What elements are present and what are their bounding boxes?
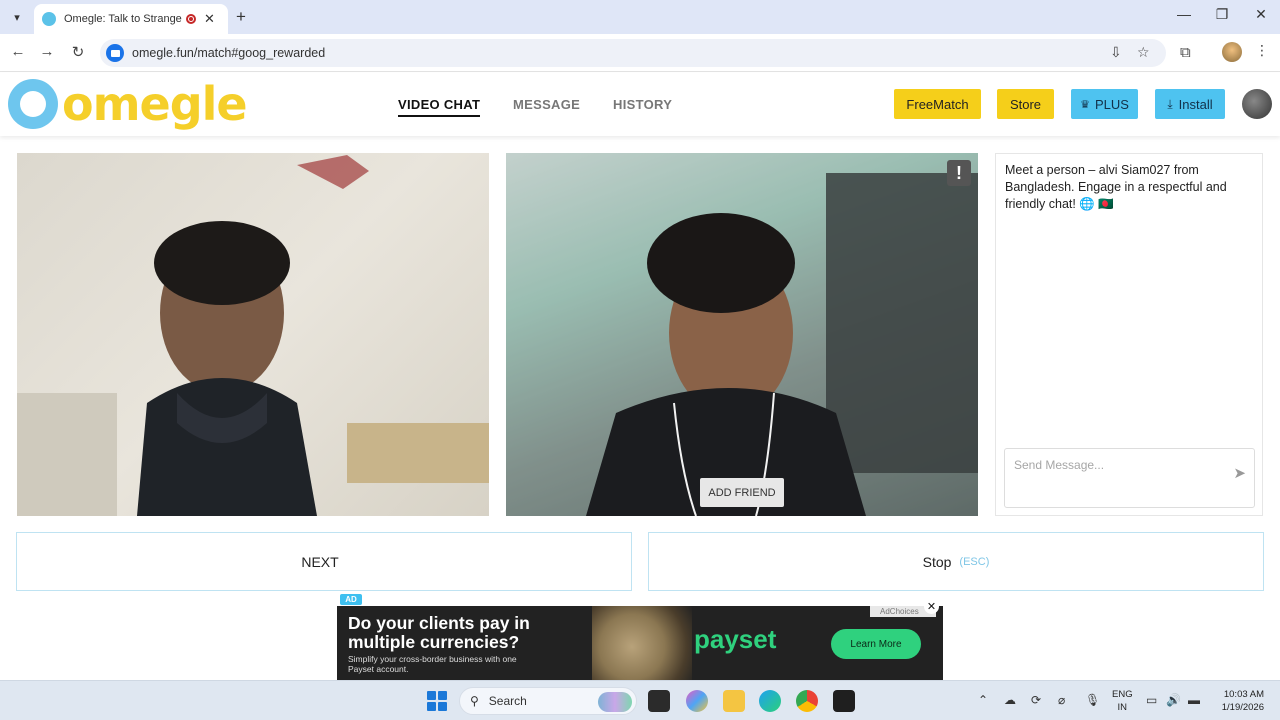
tab-title: Omegle: Talk to Strangers w (64, 13, 182, 25)
stop-hint: (ESC) (959, 555, 990, 568)
install-button[interactable]: ⤓ Install (1155, 89, 1225, 119)
battery-icon[interactable]: ▬ (1188, 693, 1200, 707)
copilot-icon[interactable] (686, 690, 708, 712)
chat-intro-message: Meet a person – alvi Siam027 from Bangla… (1005, 163, 1227, 211)
browser-tab[interactable]: Omegle: Talk to Strangers w ✕ (34, 4, 228, 34)
omegle-logo-mark-icon (8, 79, 58, 129)
plus-label: PLUS (1094, 96, 1129, 112)
ad-headline: Do your clients pay in multiple currenci… (348, 613, 530, 652)
next-label: NEXT (301, 553, 339, 570)
clock-time: 10:03 AM (1223, 689, 1264, 700)
forward-button[interactable]: → (37, 43, 57, 60)
taskbar-clock[interactable]: 10:03 AM 1/19/2026 (1214, 688, 1264, 714)
tray-overflow-chevron-icon[interactable]: ⌃ (978, 693, 988, 707)
window-close-button[interactable]: ✕ (1249, 6, 1273, 23)
local-video (17, 153, 489, 516)
search-highlight-icon (598, 692, 632, 712)
browser-tab-bar: ▾ Omegle: Talk to Strangers w ✕ + — ❐ ✕ (0, 0, 1280, 34)
ad-tag: AD (340, 594, 362, 605)
site-header: omegle VIDEO CHAT MESSAGE HISTORY FreeMa… (0, 73, 1280, 136)
nav-history[interactable]: HISTORY (613, 97, 672, 112)
extensions-puzzle-icon[interactable]: ⧉ (1180, 44, 1191, 61)
stop-label: Stop (922, 553, 952, 570)
microphone-icon[interactable]: 🎙 (1085, 693, 1100, 707)
omegle-favicon-icon (42, 12, 56, 26)
address-bar[interactable]: omegle.fun/match#goog_rewarded ⇩ ☆ (100, 39, 1166, 67)
window-maximize-button[interactable]: ❐ (1210, 6, 1234, 23)
chat-input-placeholder: Send Message... (1014, 458, 1105, 472)
ad-learn-more-button[interactable]: Learn More (831, 629, 921, 659)
recording-indicator-icon (186, 14, 196, 24)
stranger-video (506, 153, 978, 516)
input-language-indicator[interactable]: ENG IN (1112, 688, 1133, 714)
lang-code: ENG (1112, 689, 1133, 700)
next-button[interactable]: NEXT (16, 532, 632, 591)
tab-search-chevron-icon[interactable]: ▾ (6, 8, 28, 26)
file-explorer-icon[interactable] (723, 690, 745, 712)
chrome-icon[interactable] (796, 690, 818, 712)
browser-menu-icon[interactable]: ⋮ (1255, 42, 1269, 59)
browser-toolbar: ← → ↻ omegle.fun/match#goog_rewarded ⇩ ☆… (0, 34, 1280, 72)
store-label: Store (1009, 96, 1042, 112)
chat-message-input[interactable]: Send Message... ➤ (1004, 448, 1255, 508)
taskbar-search-label: Search (488, 694, 527, 708)
add-friend-button[interactable]: ADD FRIEND (700, 478, 784, 507)
ad-subtext: Simplify your cross-border business with… (348, 654, 517, 674)
user-avatar[interactable] (1242, 89, 1272, 119)
new-tab-button[interactable]: + (236, 7, 246, 27)
ad-brand-logo: payset (694, 624, 777, 654)
task-view-icon[interactable] (648, 690, 670, 712)
windows-taskbar: ⚲ Search ⌃ ☁ ⟳ ⌀ 🎙 ENG IN ▭ 🔊 ▬ 10:03 AM… (0, 680, 1280, 720)
windows-start-icon[interactable] (427, 691, 447, 711)
region-code: IN (1117, 702, 1128, 713)
camera-in-use-icon[interactable] (106, 44, 124, 62)
onedrive-cloud-icon[interactable]: ☁ (1004, 693, 1016, 707)
reload-button[interactable]: ↻ (68, 43, 88, 61)
window-minimize-button[interactable]: — (1172, 6, 1196, 22)
logo-text: omegle (62, 77, 248, 131)
plus-button[interactable]: ♛ PLUS (1071, 89, 1138, 119)
back-button[interactable]: ← (8, 43, 28, 60)
crown-icon: ♛ (1080, 98, 1090, 111)
network-off-icon[interactable]: ⌀ (1058, 693, 1065, 707)
tab-close-icon[interactable]: ✕ (204, 11, 215, 27)
app-pinned-icon[interactable] (833, 690, 855, 712)
omegle-logo[interactable]: omegle (8, 77, 248, 131)
bookmark-star-icon[interactable]: ☆ (1137, 44, 1150, 61)
store-button[interactable]: Store (997, 89, 1054, 119)
payset-ad-banner[interactable]: Do your clients pay in multiple currenci… (337, 606, 943, 680)
clock-date: 1/19/2026 (1221, 702, 1264, 713)
search-icon: ⚲ (470, 694, 479, 708)
sync-icon[interactable]: ⟳ (1031, 693, 1041, 707)
freematch-button[interactable]: FreeMatch (894, 89, 981, 119)
stranger-video-frame (506, 153, 978, 516)
ad-close-icon[interactable]: ✕ (924, 599, 939, 614)
install-app-icon[interactable]: ⇩ (1110, 44, 1122, 61)
ad-coins-image (592, 606, 692, 680)
volume-icon[interactable]: 🔊 (1166, 693, 1181, 707)
send-icon[interactable]: ➤ (1233, 464, 1246, 482)
install-label: Install (1178, 96, 1213, 112)
browser-profile-avatar[interactable] (1222, 42, 1242, 62)
taskbar-search[interactable]: ⚲ Search (459, 687, 637, 715)
monitor-icon[interactable]: ▭ (1146, 693, 1157, 707)
nav-message[interactable]: MESSAGE (513, 97, 580, 112)
report-icon[interactable]: ! (947, 160, 971, 186)
chat-panel: Meet a person – alvi Siam027 from Bangla… (995, 153, 1263, 516)
url-text[interactable]: omegle.fun/match#goog_rewarded (132, 46, 325, 60)
stop-button[interactable]: Stop (ESC) (648, 532, 1264, 591)
freematch-label: FreeMatch (906, 96, 969, 112)
download-icon: ⤓ (1167, 96, 1173, 111)
edge-icon[interactable] (759, 690, 781, 712)
nav-video-chat[interactable]: VIDEO CHAT (398, 97, 481, 117)
local-video-frame (17, 155, 489, 516)
